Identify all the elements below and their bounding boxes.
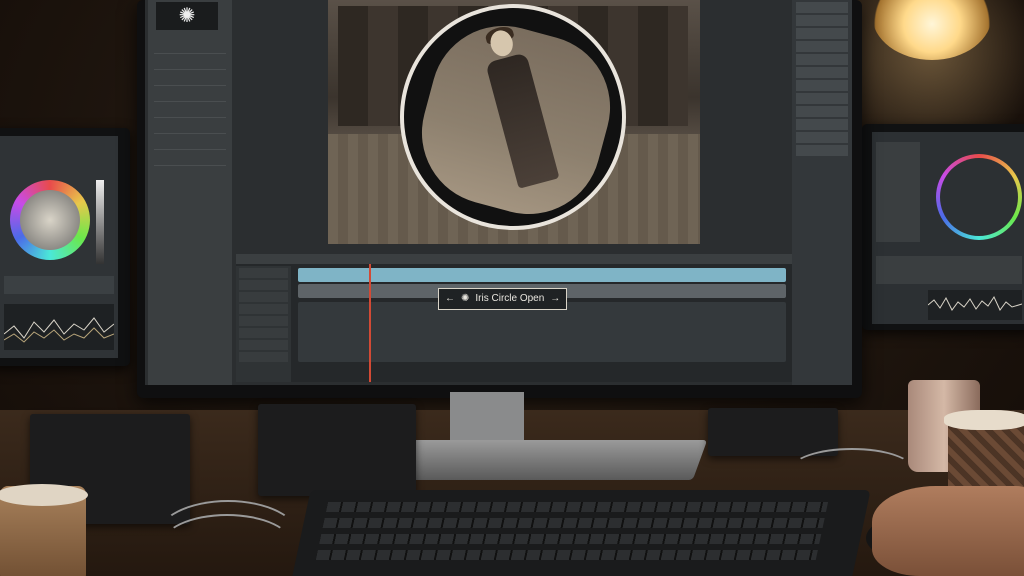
coffee-cup-lid xyxy=(944,410,1024,430)
aperture-icon: ✺ xyxy=(461,293,470,304)
color-wheel-icon[interactable] xyxy=(10,180,90,260)
track-header[interactable] xyxy=(239,352,288,362)
list-item[interactable] xyxy=(154,120,226,134)
list-item[interactable] xyxy=(154,104,226,118)
list-item[interactable] xyxy=(154,88,226,102)
inspector-item[interactable] xyxy=(796,119,848,130)
inspector-item[interactable] xyxy=(796,2,848,13)
transition-clip-label: Iris Circle Open xyxy=(475,293,545,304)
hardware-box xyxy=(708,408,838,456)
arrow-left-icon: ← xyxy=(445,293,455,304)
node-list xyxy=(876,142,920,242)
transition-clip[interactable]: ← ✺ Iris Circle Open → xyxy=(438,288,568,310)
list-item[interactable] xyxy=(154,136,226,150)
list-item[interactable] xyxy=(154,40,226,54)
audio-track-area[interactable] xyxy=(298,302,786,362)
track-header[interactable] xyxy=(239,280,288,290)
track-header[interactable] xyxy=(239,328,288,338)
inspector-item[interactable] xyxy=(796,80,848,91)
monitor-stand xyxy=(450,392,524,442)
inspector-item[interactable] xyxy=(796,67,848,78)
aperture-icon[interactable]: ✺ xyxy=(156,2,218,30)
inspector-item[interactable] xyxy=(796,15,848,26)
waveform-graph xyxy=(3,317,115,343)
timeline-ruler[interactable] xyxy=(236,254,792,264)
inspector-item[interactable] xyxy=(796,145,848,156)
color-wheel-center xyxy=(940,158,1018,236)
inspector-item[interactable] xyxy=(796,54,848,65)
coffee-cup-lid xyxy=(0,484,88,506)
color-controls-row xyxy=(4,276,114,294)
audio-waveform-graph xyxy=(927,295,1023,311)
inspector-item[interactable] xyxy=(796,132,848,143)
timeline-panel[interactable]: ← ✺ Iris Circle Open → xyxy=(236,254,792,382)
track-header[interactable] xyxy=(239,268,288,278)
color-wheel-icon[interactable] xyxy=(936,154,1022,240)
video-track-clip[interactable] xyxy=(298,268,786,282)
right-monitor xyxy=(862,124,1024,330)
key-row[interactable] xyxy=(325,502,829,512)
list-item[interactable] xyxy=(154,72,226,86)
secondary-grading-screen xyxy=(872,132,1024,324)
color-grading-screen xyxy=(0,136,118,358)
inspector-item[interactable] xyxy=(796,93,848,104)
track-header[interactable] xyxy=(239,292,288,302)
key-row[interactable] xyxy=(322,518,825,528)
playhead[interactable] xyxy=(369,264,371,382)
keyboard[interactable] xyxy=(289,490,871,576)
waveform-scope xyxy=(3,304,115,350)
user-hand xyxy=(872,486,1024,576)
video-editor-screen: ✺ ← ✺ Iris Circle Open → xyxy=(145,0,852,385)
track-headers xyxy=(236,266,291,382)
video-preview[interactable] xyxy=(328,0,700,244)
inspector-item[interactable] xyxy=(796,41,848,52)
key-row[interactable] xyxy=(315,550,818,560)
list-item[interactable] xyxy=(154,56,226,70)
left-monitor xyxy=(0,128,130,366)
inspector-item[interactable] xyxy=(796,28,848,39)
inspector-item[interactable] xyxy=(796,106,848,117)
luma-slider[interactable] xyxy=(96,180,104,264)
effects-list xyxy=(154,40,226,168)
iris-transition-overlay xyxy=(400,4,626,230)
desk-scene: ✺ ← ✺ Iris Circle Open → xyxy=(0,0,1024,576)
hardware-box xyxy=(258,404,416,496)
key-row[interactable] xyxy=(319,534,822,544)
list-item[interactable] xyxy=(154,152,226,166)
coiled-cable xyxy=(160,514,294,576)
coiled-cable xyxy=(790,448,914,492)
inspector-panel xyxy=(792,0,852,385)
main-monitor: ✺ ← ✺ Iris Circle Open → xyxy=(137,0,862,398)
grade-controls-row xyxy=(876,256,1022,284)
audio-waveform xyxy=(927,290,1023,320)
track-header[interactable] xyxy=(239,304,288,314)
effects-panel: ✺ xyxy=(148,0,232,385)
track-header[interactable] xyxy=(239,316,288,326)
arrow-right-icon: → xyxy=(550,293,561,304)
color-wheel-center xyxy=(20,190,80,250)
track-header[interactable] xyxy=(239,340,288,350)
